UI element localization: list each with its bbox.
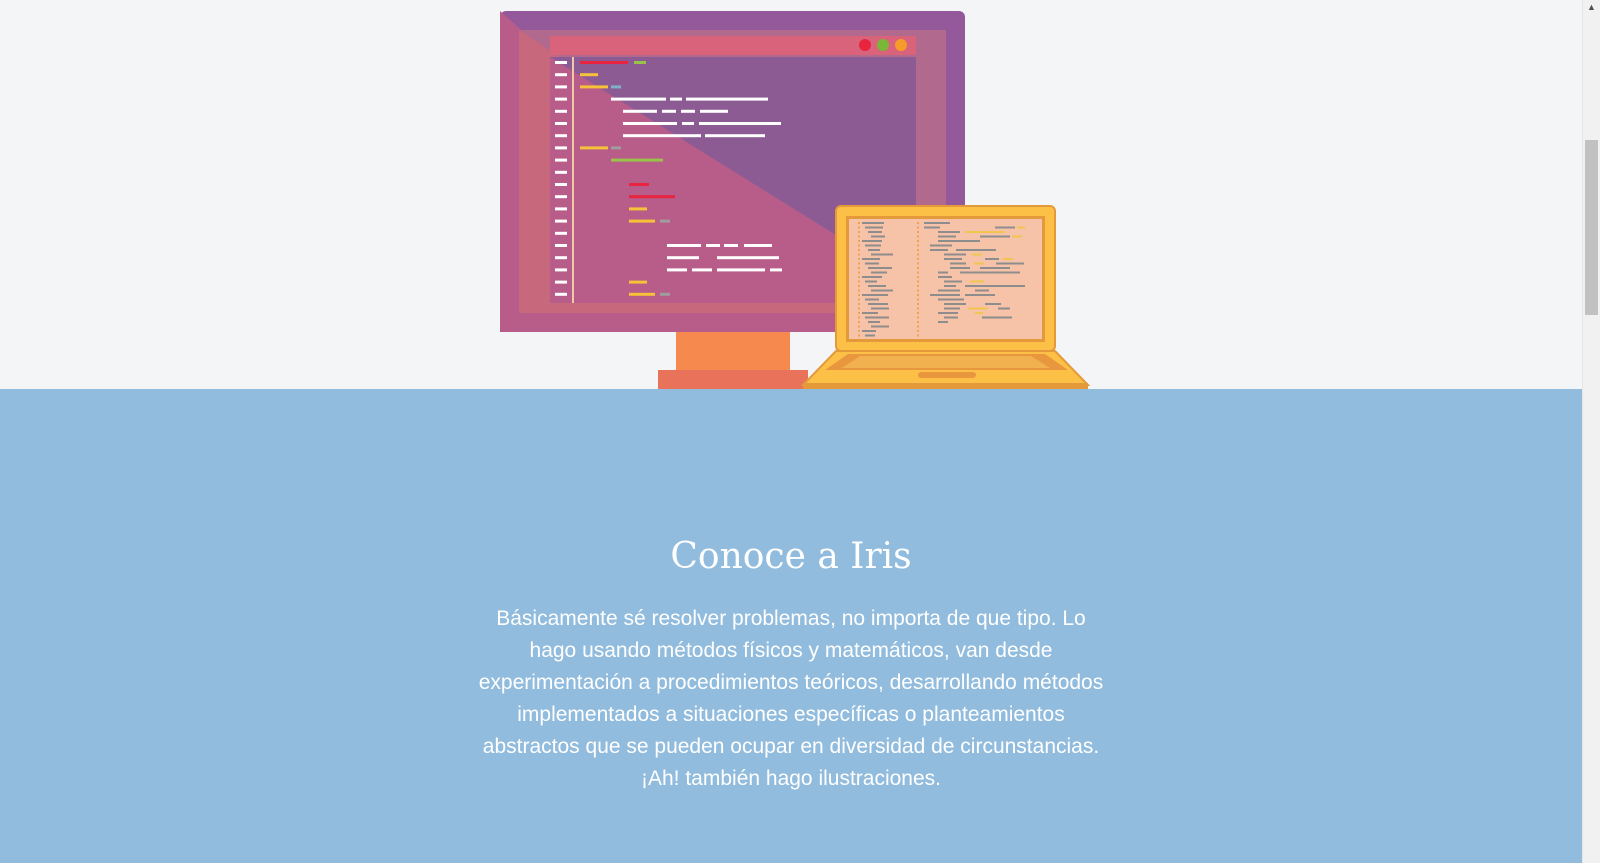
- about-paragraph: Básicamente sé resolver problemas, no im…: [451, 603, 1131, 795]
- about-section: Conoce a Iris Básicamente sé resolver pr…: [0, 389, 1582, 863]
- page: Conoce a Iris Básicamente sé resolver pr…: [0, 0, 1600, 863]
- window-maximize-dot-icon: [895, 39, 907, 51]
- window-close-dot-icon: [859, 39, 871, 51]
- about-line: hago usando métodos físicos y matemático…: [529, 639, 1053, 662]
- vertical-scrollbar[interactable]: ▲: [1582, 0, 1600, 863]
- scrollbar-thumb[interactable]: [1585, 140, 1598, 315]
- about-line: implementados a situaciones específicas …: [517, 703, 1065, 726]
- computer-illustration: [500, 11, 1091, 389]
- monitor-stand-base: [658, 370, 808, 389]
- monitor-stand-neck: [676, 330, 790, 372]
- about-line: ¡Ah! también hago ilustraciones.: [641, 767, 941, 790]
- hero-section: [0, 0, 1582, 389]
- about-line: Básicamente sé resolver problemas, no im…: [496, 607, 1086, 630]
- window-minimize-dot-icon: [877, 39, 889, 51]
- about-title: Conoce a Iris: [670, 536, 912, 577]
- laptop: [800, 205, 1091, 389]
- chevron-up-icon[interactable]: ▲: [1583, 0, 1600, 14]
- about-line: abstractos que se pueden ocupar en diver…: [482, 735, 1100, 758]
- laptop-touchpad: [918, 372, 976, 378]
- about-line: experimentación a procedimientos teórico…: [478, 671, 1104, 694]
